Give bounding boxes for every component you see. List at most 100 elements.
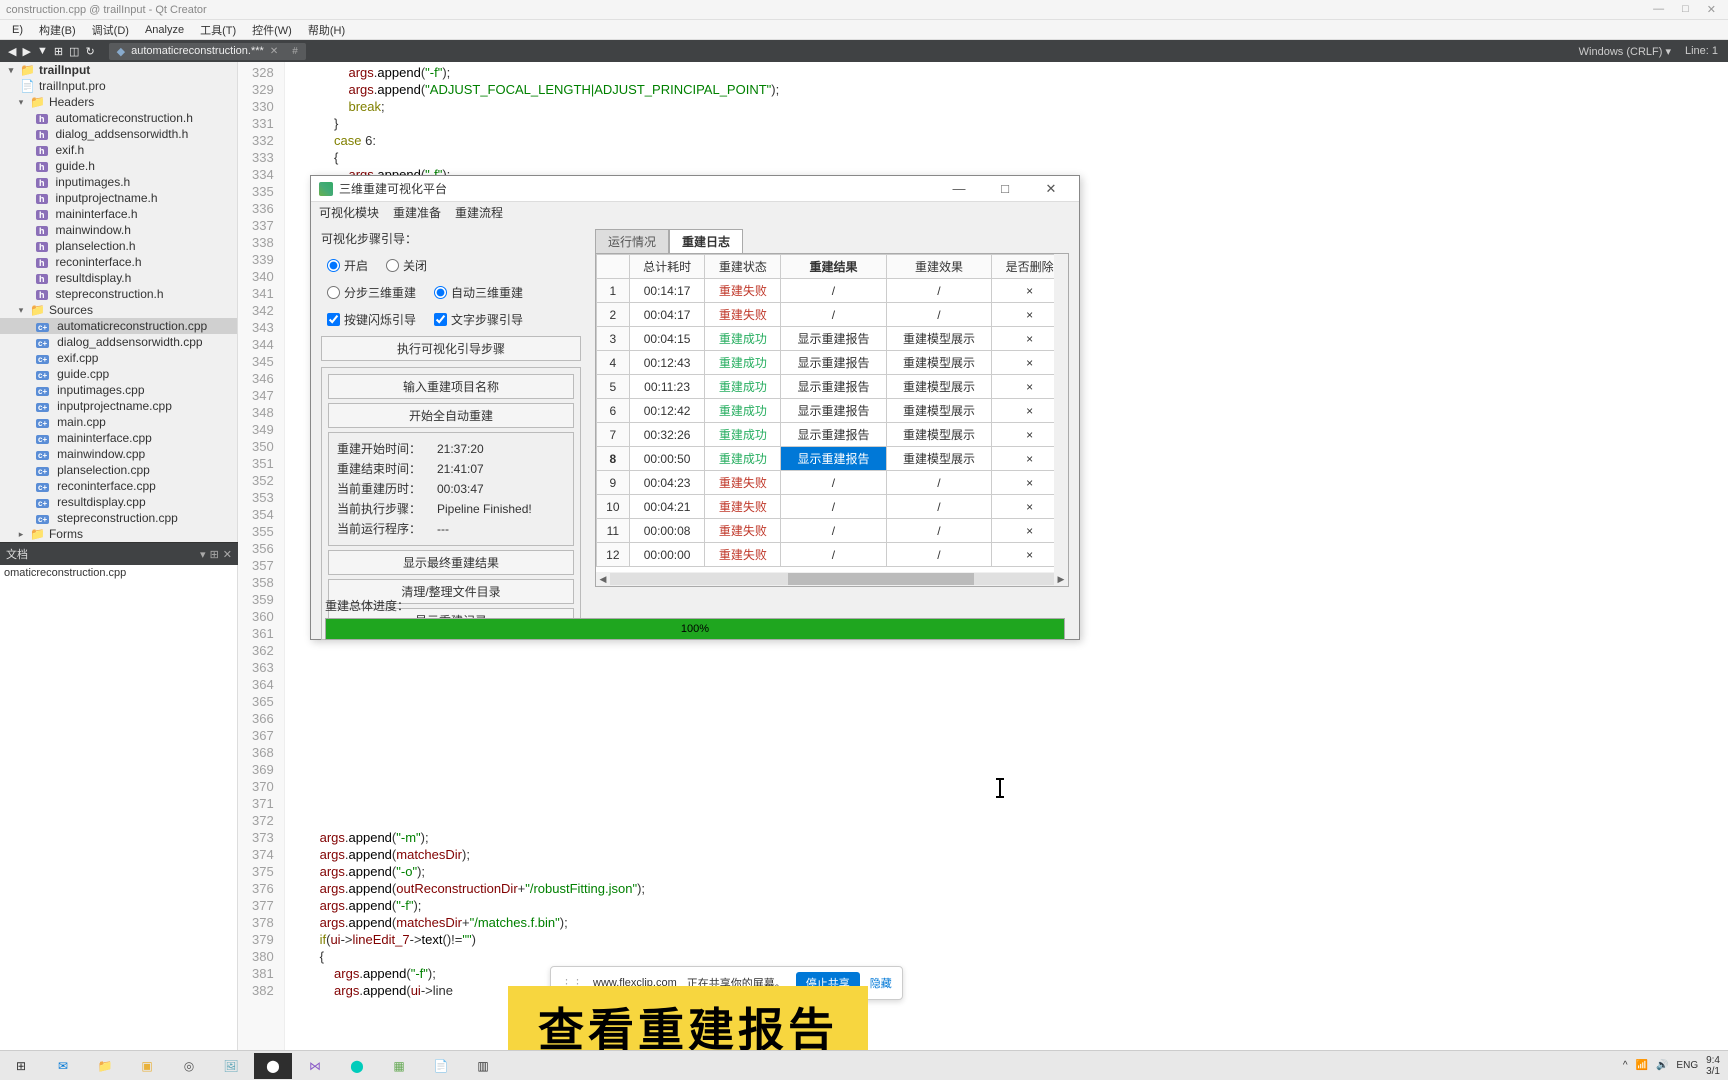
source-file[interactable]: dialog_addsensorwidth.cpp bbox=[0, 334, 237, 350]
header-file[interactable]: planselection.h bbox=[0, 238, 237, 254]
source-file[interactable]: mainwindow.cpp bbox=[0, 446, 237, 462]
docs-dropdown-icon[interactable]: ▾ bbox=[200, 548, 206, 561]
source-file[interactable]: main.cpp bbox=[0, 414, 237, 430]
table-row[interactable]: 100:14:17重建失败//× bbox=[597, 279, 1068, 303]
radio-step[interactable]: 分步三维重建 bbox=[327, 284, 416, 301]
header-file[interactable]: maininterface.h bbox=[0, 206, 237, 222]
taskbar-app[interactable]: ▦ bbox=[380, 1053, 418, 1079]
dialog-menu-item[interactable]: 重建流程 bbox=[455, 204, 503, 221]
table-row[interactable]: 700:32:26重建成功显示重建报告重建模型展示× bbox=[597, 423, 1068, 447]
dialog-menu-item[interactable]: 重建准备 bbox=[393, 204, 441, 221]
tab-close-icon[interactable]: ✕ bbox=[270, 46, 278, 57]
source-file[interactable]: maininterface.cpp bbox=[0, 430, 237, 446]
tab-rebuild-log[interactable]: 重建日志 bbox=[669, 229, 743, 254]
exec-guide-button[interactable]: 执行可视化引导步骤 bbox=[321, 336, 581, 361]
header-file[interactable]: stepreconstruction.h bbox=[0, 286, 237, 302]
table-row[interactable]: 300:04:15重建成功显示重建报告重建模型展示× bbox=[597, 327, 1068, 351]
start-auto-button[interactable]: 开始全自动重建 bbox=[328, 403, 574, 428]
encoding-selector[interactable]: Windows (CRLF) ▾ bbox=[1579, 45, 1671, 58]
table-row[interactable]: 1100:00:08重建失败//× bbox=[597, 519, 1068, 543]
taskbar-app[interactable]: ⬤ bbox=[338, 1053, 376, 1079]
radio-step-input[interactable] bbox=[327, 286, 340, 299]
folder-headers[interactable]: ▾📁 Headers bbox=[0, 94, 237, 110]
project-tree[interactable]: ▾📁 trailInput 📄 trailInput.pro ▾📁 Header… bbox=[0, 62, 238, 542]
source-file[interactable]: automaticreconstruction.cpp bbox=[0, 318, 237, 334]
horizontal-scrollbar[interactable]: ◀▶ bbox=[596, 572, 1068, 586]
tray-expand-icon[interactable]: ^ bbox=[1623, 1060, 1628, 1071]
menu-item[interactable]: E) bbox=[4, 24, 31, 36]
dialog-menu-item[interactable]: 可视化模块 bbox=[319, 204, 379, 221]
menu-item[interactable]: 构建(B) bbox=[31, 22, 84, 38]
header-file[interactable]: reconinterface.h bbox=[0, 254, 237, 270]
table-header[interactable]: 重建状态 bbox=[705, 255, 781, 279]
header-file[interactable]: guide.h bbox=[0, 158, 237, 174]
dialog-minimize[interactable]: — bbox=[939, 176, 979, 202]
check-text[interactable]: 文字步骤引导 bbox=[434, 311, 523, 328]
source-file[interactable]: inputimages.cpp bbox=[0, 382, 237, 398]
project-root[interactable]: ▾📁 trailInput bbox=[0, 62, 237, 78]
line-indicator[interactable]: Line: 1 bbox=[1685, 45, 1718, 58]
radio-auto[interactable]: 自动三维重建 bbox=[434, 284, 523, 301]
start-button[interactable]: ⊞ bbox=[2, 1053, 40, 1079]
header-file[interactable]: inputimages.h bbox=[0, 174, 237, 190]
source-file[interactable]: exif.cpp bbox=[0, 350, 237, 366]
nav-fwd-icon[interactable]: ▶ bbox=[22, 45, 30, 58]
sync-icon[interactable]: ↻ bbox=[85, 45, 94, 58]
header-file[interactable]: mainwindow.h bbox=[0, 222, 237, 238]
dialog-close[interactable]: ✕ bbox=[1031, 176, 1071, 202]
bookmark-icon[interactable]: ◫ bbox=[69, 45, 79, 58]
radio-on[interactable]: 开启 bbox=[327, 257, 368, 274]
check-key-input[interactable] bbox=[327, 313, 340, 326]
table-row[interactable]: 600:12:42重建成功显示重建报告重建模型展示× bbox=[597, 399, 1068, 423]
docs-split-icon[interactable]: ⊞ bbox=[210, 548, 219, 561]
tray-lang[interactable]: ENG bbox=[1676, 1060, 1698, 1071]
tray-icon[interactable]: 📶 bbox=[1636, 1060, 1648, 1071]
menu-item[interactable]: 帮助(H) bbox=[300, 22, 353, 38]
log-table-wrap[interactable]: 总计耗时重建状态重建结果重建效果是否删除 100:14:17重建失败//×200… bbox=[595, 253, 1069, 587]
menu-item[interactable]: 控件(W) bbox=[244, 22, 300, 38]
radio-off[interactable]: 关闭 bbox=[386, 257, 427, 274]
taskbar-app[interactable]: ▣ bbox=[128, 1053, 166, 1079]
menu-item[interactable]: Analyze bbox=[137, 24, 192, 36]
tray-clock[interactable]: 9:43/1 bbox=[1706, 1055, 1720, 1077]
check-text-input[interactable] bbox=[434, 313, 447, 326]
taskbar-app[interactable]: 🖼 bbox=[212, 1053, 250, 1079]
docs-close-icon[interactable]: ✕ bbox=[223, 548, 232, 561]
header-file[interactable]: exif.h bbox=[0, 142, 237, 158]
taskbar-app[interactable]: ◎ bbox=[170, 1053, 208, 1079]
show-result-button[interactable]: 显示最终重建结果 bbox=[328, 550, 574, 575]
taskbar-app[interactable]: ▥ bbox=[464, 1053, 502, 1079]
header-file[interactable]: dialog_addsensorwidth.h bbox=[0, 126, 237, 142]
window-maximize[interactable]: □ bbox=[1682, 3, 1689, 16]
folder-sources[interactable]: ▾📁 Sources bbox=[0, 302, 237, 318]
folder-forms[interactable]: ▸📁 Forms bbox=[0, 526, 237, 542]
hide-share-button[interactable]: 隐藏 bbox=[870, 975, 892, 991]
source-file[interactable]: stepreconstruction.cpp bbox=[0, 510, 237, 526]
table-header[interactable]: 总计耗时 bbox=[629, 255, 705, 279]
header-file[interactable]: inputprojectname.h bbox=[0, 190, 237, 206]
split-icon[interactable]: ⊞ bbox=[54, 45, 63, 58]
table-row[interactable]: 900:04:23重建失败//× bbox=[597, 471, 1068, 495]
radio-auto-input[interactable] bbox=[434, 286, 447, 299]
table-row[interactable]: 500:11:23重建成功显示重建报告重建模型展示× bbox=[597, 375, 1068, 399]
header-file[interactable]: automaticreconstruction.h bbox=[0, 110, 237, 126]
table-header[interactable]: 重建结果 bbox=[781, 255, 887, 279]
source-file[interactable]: guide.cpp bbox=[0, 366, 237, 382]
tab-run-status[interactable]: 运行情况 bbox=[595, 229, 669, 254]
table-header[interactable] bbox=[597, 255, 630, 279]
table-row[interactable]: 400:12:43重建成功显示重建报告重建模型展示× bbox=[597, 351, 1068, 375]
editor-tab[interactable]: ◆ automaticreconstruction.*** ✕ # bbox=[109, 43, 306, 60]
source-file[interactable]: planselection.cpp bbox=[0, 462, 237, 478]
taskbar-app[interactable]: 📄 bbox=[422, 1053, 460, 1079]
radio-on-input[interactable] bbox=[327, 259, 340, 272]
input-name-button[interactable]: 输入重建项目名称 bbox=[328, 374, 574, 399]
radio-off-input[interactable] bbox=[386, 259, 399, 272]
table-row[interactable]: 1000:04:21重建失败//× bbox=[597, 495, 1068, 519]
table-row[interactable]: 800:00:50重建成功显示重建报告重建模型展示× bbox=[597, 447, 1068, 471]
taskbar-app[interactable]: ⋈ bbox=[296, 1053, 334, 1079]
source-file[interactable]: reconinterface.cpp bbox=[0, 478, 237, 494]
window-close[interactable]: ✕ bbox=[1707, 3, 1716, 16]
dialog-titlebar[interactable]: 三维重建可视化平台 — □ ✕ bbox=[311, 176, 1079, 202]
table-row[interactable]: 1200:00:00重建失败//× bbox=[597, 543, 1068, 567]
taskbar-app[interactable]: ⬤ bbox=[254, 1053, 292, 1079]
